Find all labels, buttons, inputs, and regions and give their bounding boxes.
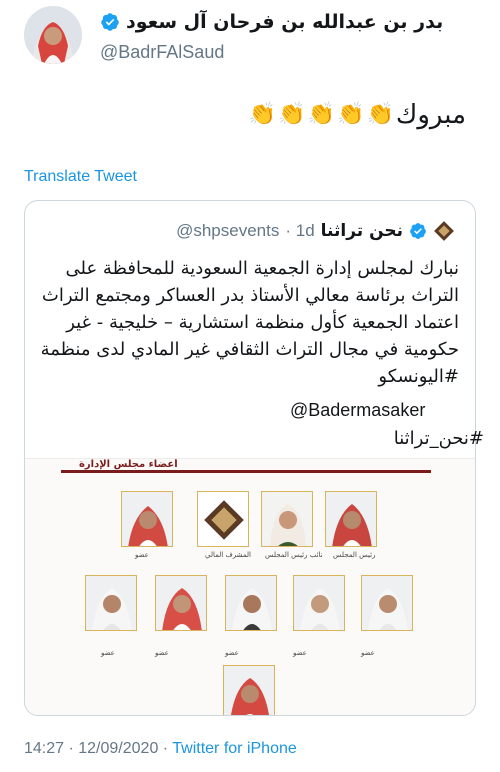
quoted-tweet-image[interactable]: أعضاء مجلس الإدارة عضو المشرف المالي نائ… <box>25 458 475 715</box>
member-photo <box>293 575 345 631</box>
role-label: عضو <box>135 551 149 559</box>
tweet-source-link[interactable]: Twitter for iPhone <box>172 740 297 757</box>
author-name-row: بدر بن عبدالله بن فرحان آل سعود <box>100 10 443 34</box>
clapping-hands-icon: 👏 <box>278 102 306 127</box>
tweet-timestamp[interactable]: 14:27 · 12/09/2020 · <box>24 740 172 757</box>
member-photo <box>361 575 413 631</box>
quoted-display-name[interactable]: نحن تراثنا <box>321 221 403 241</box>
role-label: عضو <box>155 649 169 657</box>
role-label: عضو <box>361 649 375 657</box>
clapping-hands-icon: 👏 <box>248 102 277 127</box>
translate-tweet-link[interactable]: Translate Tweet <box>24 168 137 186</box>
role-label: المشرف المالي <box>205 551 251 559</box>
image-title: أعضاء مجلس الإدارة <box>75 459 182 470</box>
tweet-text: مبروك 👏 👏 👏 👏 👏 <box>249 100 466 130</box>
verified-badge-icon <box>410 223 426 239</box>
member-photo <box>121 491 173 547</box>
clapping-hands-icon: 👏 <box>337 102 365 127</box>
tweet-footer: 14:27 · 12/09/2020 · Twitter for iPhone <box>24 740 297 758</box>
role-label: رئيس المجلس <box>333 551 376 559</box>
clapping-hands-icon: 👏 <box>307 102 336 127</box>
member-photo <box>261 491 313 547</box>
image-title-rule <box>61 470 431 473</box>
quoted-hashtag-link[interactable]: #نحن_تراثنا <box>394 428 484 449</box>
quoted-tweet-header: @shpsevents · 1d نحن تراثنا <box>176 219 455 243</box>
author-handle[interactable]: @BadrFAlSaud <box>100 42 224 63</box>
member-photo <box>325 491 377 547</box>
quoted-avatar-logo-icon[interactable] <box>433 220 455 242</box>
quoted-tweet-text: نبارك لمجلس إدارة الجمعية السعودية للمحا… <box>40 258 459 387</box>
role-label: عضو <box>225 649 239 657</box>
quoted-age: · 1d <box>285 221 315 240</box>
role-label: عضو <box>101 649 115 657</box>
author-display-name[interactable]: بدر بن عبدالله بن فرحان آل سعود <box>126 11 443 33</box>
role-label: نائب رئيس المجلس <box>265 551 323 559</box>
tweet-text-word: مبروك <box>395 100 466 130</box>
role-label: عضو <box>293 649 307 657</box>
member-photo <box>155 575 207 631</box>
tweet-header: بدر بن عبدالله بن فرحان آل سعود @BadrFAl… <box>0 0 500 90</box>
verified-badge-icon <box>101 13 119 31</box>
quoted-handle[interactable]: @shpsevents <box>176 221 279 241</box>
member-photo <box>85 575 137 631</box>
quoted-mention-link[interactable]: @Badermasaker <box>290 400 425 421</box>
clapping-hands-icon: 👏 <box>366 102 394 127</box>
author-avatar[interactable] <box>24 6 82 64</box>
logo-card <box>197 491 249 547</box>
member-photo <box>223 665 275 715</box>
member-photo <box>225 575 277 631</box>
